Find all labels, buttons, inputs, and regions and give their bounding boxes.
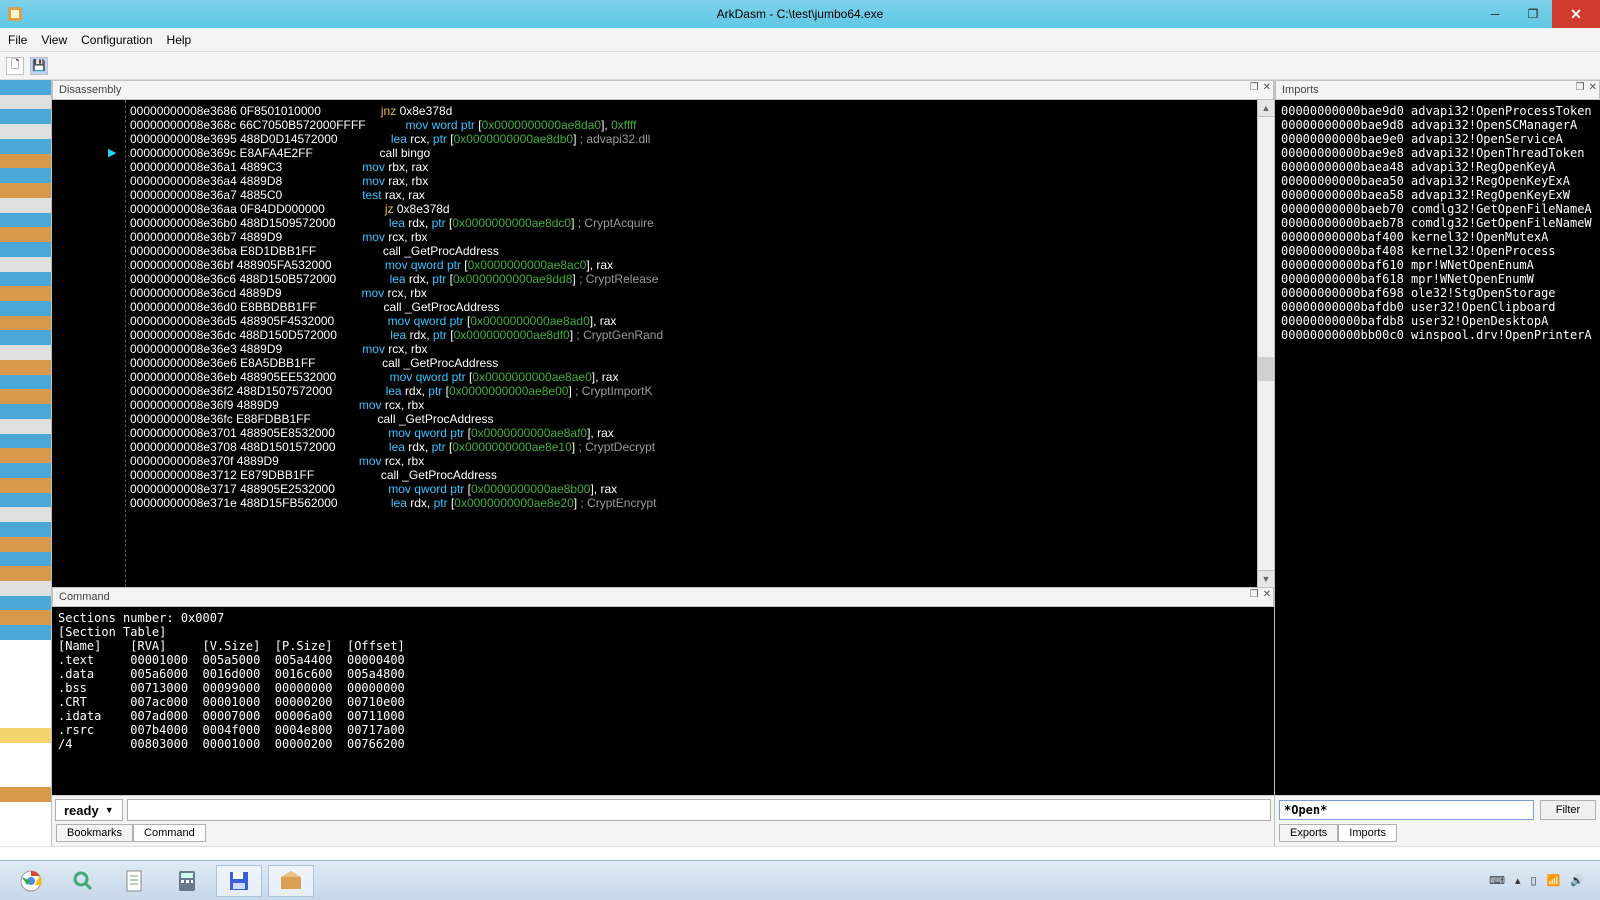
menu-configuration[interactable]: Configuration (81, 33, 152, 47)
scroll-down-icon[interactable]: ▼ (1258, 570, 1274, 587)
taskbar-chrome-icon[interactable] (8, 865, 54, 897)
panel-float-icon[interactable]: ❐ (1250, 589, 1259, 600)
app-icon (6, 5, 24, 23)
menu-help[interactable]: Help (167, 33, 192, 47)
taskbar-arkdasm-icon[interactable] (268, 865, 314, 897)
tray-volume-icon[interactable]: 🔊 (1570, 874, 1584, 887)
panel-float-icon[interactable]: ❐ (1250, 82, 1259, 93)
close-button[interactable]: ✕ (1552, 0, 1600, 28)
section-map[interactable] (0, 80, 52, 846)
toolbar-save-icon[interactable]: 💾 (30, 57, 48, 75)
command-output[interactable]: Sections number: 0x0007 [Section Table] … (52, 607, 1274, 795)
menu-file[interactable]: File (8, 33, 27, 47)
filter-input[interactable] (1279, 800, 1534, 820)
tab-imports[interactable]: Imports (1338, 824, 1397, 842)
menubar: File View Configuration Help (0, 28, 1600, 52)
command-status-label: ready (64, 803, 99, 818)
taskbar[interactable]: ⌨ ▴ ▯ 📶 🔊 (0, 860, 1600, 900)
toolbar: 🗋 💾 (0, 52, 1600, 80)
scroll-thumb[interactable] (1258, 357, 1274, 381)
filter-button[interactable]: Filter (1540, 800, 1596, 820)
disassembly-header[interactable]: Disassembly ❐ ✕ (52, 80, 1274, 100)
maximize-button[interactable]: ❐ (1514, 0, 1552, 28)
minimize-button[interactable]: ─ (1476, 0, 1514, 28)
taskbar-calc-icon[interactable] (164, 865, 210, 897)
titlebar: ArkDasm - C:\test\jumbo64.exe ─ ❐ ✕ (0, 0, 1600, 28)
disassembly-title: Disassembly (59, 84, 121, 96)
tab-command[interactable]: Command (133, 824, 206, 842)
panel-close-icon[interactable]: ✕ (1263, 589, 1271, 600)
tray-network-icon[interactable]: 📶 (1547, 874, 1561, 887)
panel-close-icon[interactable]: ✕ (1589, 82, 1597, 93)
panel-float-icon[interactable]: ❐ (1576, 82, 1585, 93)
taskbar-disk-icon[interactable] (216, 865, 262, 897)
disasm-scrollbar[interactable]: ▲ ▼ (1257, 100, 1274, 587)
panel-close-icon[interactable]: ✕ (1263, 82, 1271, 93)
command-status-dropdown[interactable]: ready ▼ (55, 799, 123, 821)
menu-view[interactable]: View (41, 33, 67, 47)
imports-list[interactable]: 00000000000bae9d0 advapi32!OpenProcessTo… (1275, 100, 1600, 795)
taskbar-notepad-icon[interactable] (112, 865, 158, 897)
scroll-up-icon[interactable]: ▲ (1258, 100, 1274, 117)
window-title: ArkDasm - C:\test\jumbo64.exe (717, 7, 884, 21)
imports-title: Imports (1282, 84, 1319, 96)
taskbar-search-icon[interactable] (60, 865, 106, 897)
tray-chevron-icon[interactable]: ▴ (1515, 874, 1521, 887)
tab-exports[interactable]: Exports (1279, 824, 1338, 842)
toolbar-new-icon[interactable]: 🗋 (6, 57, 24, 75)
chevron-down-icon: ▼ (105, 805, 114, 815)
system-tray[interactable]: ⌨ ▴ ▯ 📶 🔊 (1489, 874, 1592, 887)
command-header[interactable]: Command ❐ ✕ (52, 587, 1274, 607)
disassembly-view[interactable]: ▶ 00000000008e3686 0F8501010000 jnz 0x8e… (52, 100, 1274, 587)
resize-gap (0, 846, 1600, 860)
tab-bookmarks[interactable]: Bookmarks (56, 824, 133, 842)
keyboard-icon[interactable]: ⌨ (1489, 874, 1505, 887)
command-input[interactable] (127, 799, 1271, 821)
tray-flag-icon[interactable]: ▯ (1531, 874, 1537, 887)
command-title: Command (59, 591, 110, 603)
imports-header[interactable]: Imports ❐ ✕ (1275, 80, 1600, 100)
